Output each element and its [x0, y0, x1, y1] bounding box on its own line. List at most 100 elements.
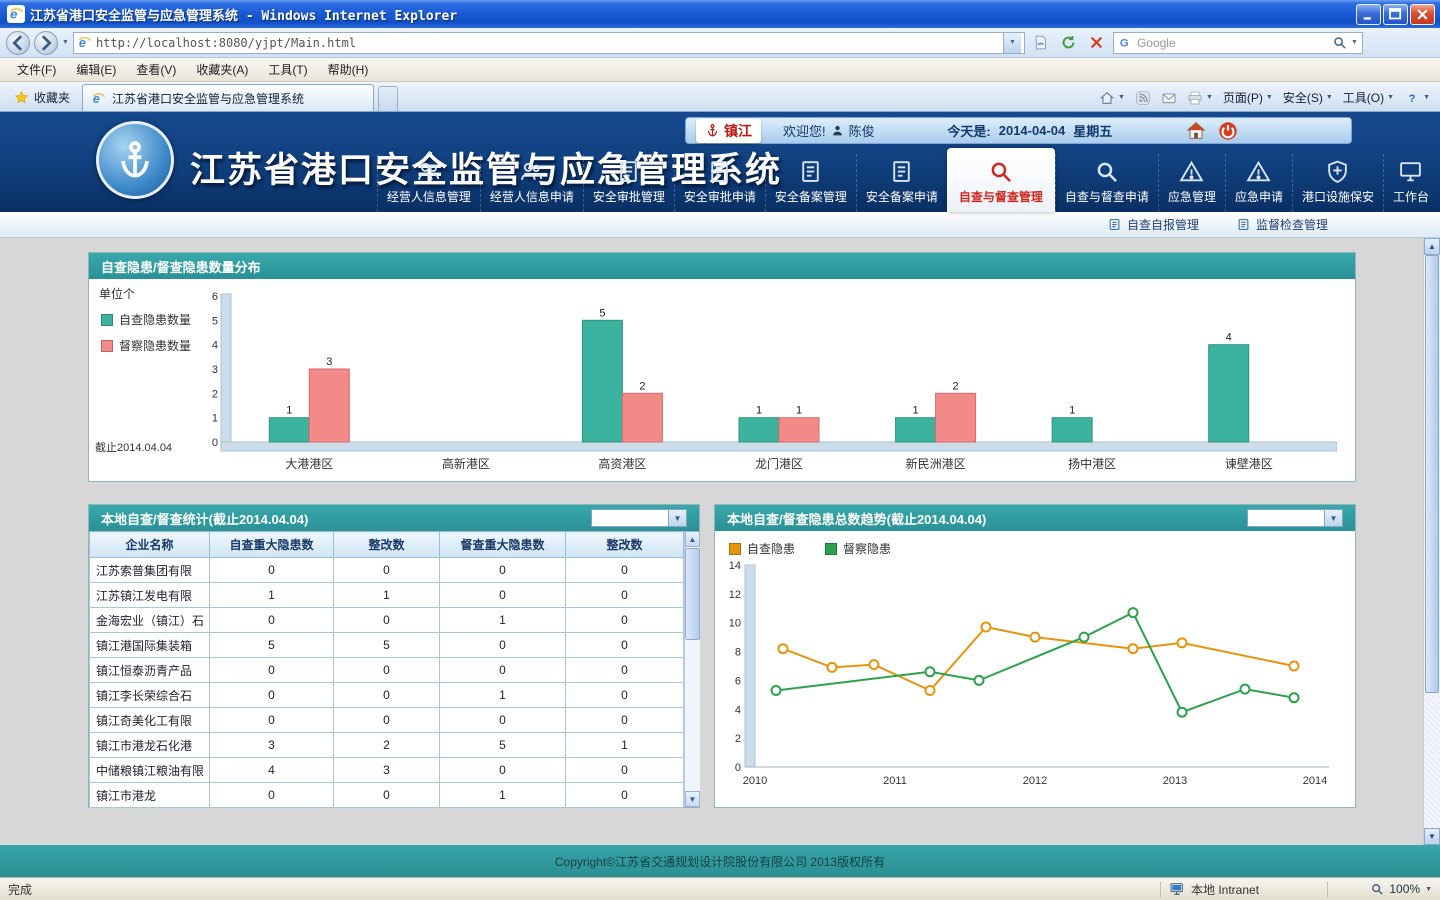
window-title: 江苏省港口安全监管与应急管理系统 - Windows Internet Expl…: [30, 5, 1356, 24]
line-filter-select[interactable]: ▼: [1247, 509, 1343, 527]
nav-item[interactable]: 应急管理: [1158, 154, 1225, 212]
nav-item[interactable]: 经营人信息申请: [480, 154, 583, 212]
city-name: 镇江: [724, 121, 752, 141]
subnav-item[interactable]: 自查自报管理: [1108, 216, 1199, 233]
nav-item[interactable]: 应急申请: [1225, 154, 1292, 212]
svg-text:高新港区: 高新港区: [442, 456, 490, 471]
table-row[interactable]: 金海宏业（镇江）石 0 0 1 0: [90, 608, 684, 633]
compatibility-button[interactable]: [1029, 31, 1053, 55]
command-button[interactable]: 页面(P)▼: [1223, 89, 1273, 106]
nav-item[interactable]: 安全审批申请: [674, 154, 765, 212]
search-options-dropdown[interactable]: ▼: [1351, 39, 1358, 46]
svg-text:谏壁港区: 谏壁港区: [1225, 456, 1273, 471]
chevron-down-icon[interactable]: ▼: [669, 509, 687, 527]
url-dropdown-button[interactable]: ▼: [1003, 33, 1021, 53]
back-button[interactable]: [6, 31, 30, 55]
chevron-down-icon: ▼: [1425, 886, 1432, 893]
subnav-item[interactable]: 监督检查管理: [1237, 216, 1328, 233]
svg-text:2014: 2014: [1303, 775, 1327, 787]
table-row[interactable]: 镇江恒泰沥青产品 0 0 0 0: [90, 658, 684, 683]
table-column-header: 企业名称: [90, 532, 210, 558]
svg-text:1: 1: [913, 405, 919, 417]
table-row[interactable]: 中储粮镇江粮油有限 4 3 0 0: [90, 758, 684, 783]
page-scrollbar[interactable]: ▲ ▼: [1423, 238, 1440, 845]
table-scrollbar[interactable]: ▲ ▼: [684, 531, 700, 807]
table-row[interactable]: 镇江港国际集装箱 5 5 0 0: [90, 633, 684, 658]
favorites-button[interactable]: 收藏夹: [6, 84, 78, 110]
security-zone: 本地 Intranet: [1169, 881, 1319, 898]
nav-item[interactable]: 安全备案管理: [765, 154, 856, 212]
home-button[interactable]: ▼: [1099, 90, 1125, 106]
read-mail-button[interactable]: [1161, 90, 1177, 106]
refresh-button[interactable]: [1057, 31, 1081, 55]
scroll-up-icon[interactable]: ▲: [685, 531, 700, 547]
forward-button[interactable]: [34, 31, 58, 55]
nav-item[interactable]: 自查与督查申请: [1055, 154, 1158, 212]
scroll-down-icon[interactable]: ▼: [685, 791, 700, 807]
svg-text:5: 5: [212, 315, 218, 327]
close-button[interactable]: [1410, 4, 1435, 25]
home-shortcut-icon[interactable]: [1185, 120, 1207, 142]
nav-item[interactable]: 自查与督查管理: [947, 148, 1055, 212]
menu-item[interactable]: 编辑(E): [67, 58, 125, 81]
menu-item[interactable]: 文件(F): [8, 58, 65, 81]
print-button[interactable]: ▼: [1187, 90, 1213, 106]
table-row[interactable]: 镇江市港龙石化港 3 2 5 1: [90, 733, 684, 758]
nav-item[interactable]: 经营人信息管理: [377, 154, 480, 212]
page-scrollbar-thumb[interactable]: [1425, 255, 1439, 693]
maximize-button[interactable]: [1383, 4, 1408, 25]
bar-panel-body: 单位个 自查隐患数量 督察隐患数量: [89, 279, 1355, 481]
scroll-up-icon[interactable]: ▲: [1424, 238, 1440, 255]
city-badge[interactable]: 镇江: [696, 119, 761, 143]
scroll-down-icon[interactable]: ▼: [1424, 828, 1440, 845]
table-filter-select[interactable]: ▼: [591, 509, 687, 527]
zoom-control[interactable]: 100% ▼: [1336, 882, 1432, 896]
logout-power-icon[interactable]: [1217, 120, 1239, 142]
menu-item[interactable]: 查看(V): [127, 58, 185, 81]
stop-button[interactable]: [1085, 31, 1109, 55]
legend-item: 自查隐患: [729, 540, 795, 557]
nav-item[interactable]: 港口设施保安: [1292, 154, 1383, 212]
window-controls: [1356, 4, 1435, 25]
minimize-button[interactable]: [1356, 4, 1381, 25]
table-row[interactable]: 镇江李长荣综合石 0 0 1 0: [90, 683, 684, 708]
chevron-down-icon[interactable]: ▼: [1325, 509, 1343, 527]
table-row[interactable]: 江苏镇江发电有限 1 1 0 0: [90, 583, 684, 608]
nav-item[interactable]: 工作台: [1383, 154, 1438, 212]
menu-item[interactable]: 收藏夹(A): [187, 58, 257, 81]
menu-item[interactable]: 帮助(H): [319, 58, 378, 81]
address-field[interactable]: e http://localhost:8080/yjpt/Main.html ▼: [73, 32, 1025, 54]
command-button[interactable]: 工具(O)▼: [1343, 89, 1394, 106]
legend-item: 自查隐患数量: [101, 311, 191, 328]
table-row[interactable]: 镇江奇美化工有限 0 0 0 0: [90, 708, 684, 733]
nav-item[interactable]: 安全审批管理: [583, 154, 674, 212]
svg-text:12: 12: [729, 589, 741, 601]
menu-item[interactable]: 工具(T): [259, 58, 316, 81]
table-scrollbar-thumb[interactable]: [685, 548, 700, 640]
search-icon[interactable]: [1332, 35, 1347, 50]
unit-label: 单位个: [99, 285, 135, 302]
svg-text:5: 5: [599, 307, 605, 319]
new-tab-button[interactable]: [378, 86, 398, 111]
chevron-down-icon: ▼: [1206, 94, 1213, 101]
nav-item[interactable]: 安全备案申请: [856, 154, 947, 212]
legend-swatch: [825, 543, 837, 555]
page-scrollbar-track[interactable]: [1424, 255, 1440, 828]
menu-bar: 文件(F)编辑(E)查看(V)收藏夹(A)工具(T)帮助(H): [0, 58, 1440, 82]
table-scrollbar-track[interactable]: [685, 547, 700, 791]
history-dropdown[interactable]: ▼: [62, 39, 69, 46]
table-row[interactable]: 江苏索普集团有限 0 0 0 0: [90, 558, 684, 583]
search-input[interactable]: G Google ▼: [1113, 32, 1363, 54]
svg-text:1: 1: [796, 405, 802, 417]
table-row[interactable]: 镇江市港龙 0 0 1 0: [90, 783, 684, 808]
browser-tab[interactable]: e 江苏省港口安全监管与应急管理系统: [82, 84, 374, 111]
url-text[interactable]: http://localhost:8080/yjpt/Main.html: [96, 36, 999, 50]
help-button[interactable]: ?▼: [1404, 90, 1430, 106]
subnav-item-label: 监督检查管理: [1256, 216, 1328, 233]
report-icon: [1108, 218, 1121, 231]
title-bar[interactable]: e 江苏省港口安全监管与应急管理系统 - Windows Internet Ex…: [0, 0, 1440, 28]
feeds-button[interactable]: [1135, 90, 1151, 106]
user-info-bar: 镇江 欢迎您! 陈俊 今天是: 2014-04-04 星期五: [685, 117, 1352, 144]
command-button[interactable]: 安全(S)▼: [1283, 89, 1333, 106]
back-arrow-icon: [7, 32, 29, 54]
